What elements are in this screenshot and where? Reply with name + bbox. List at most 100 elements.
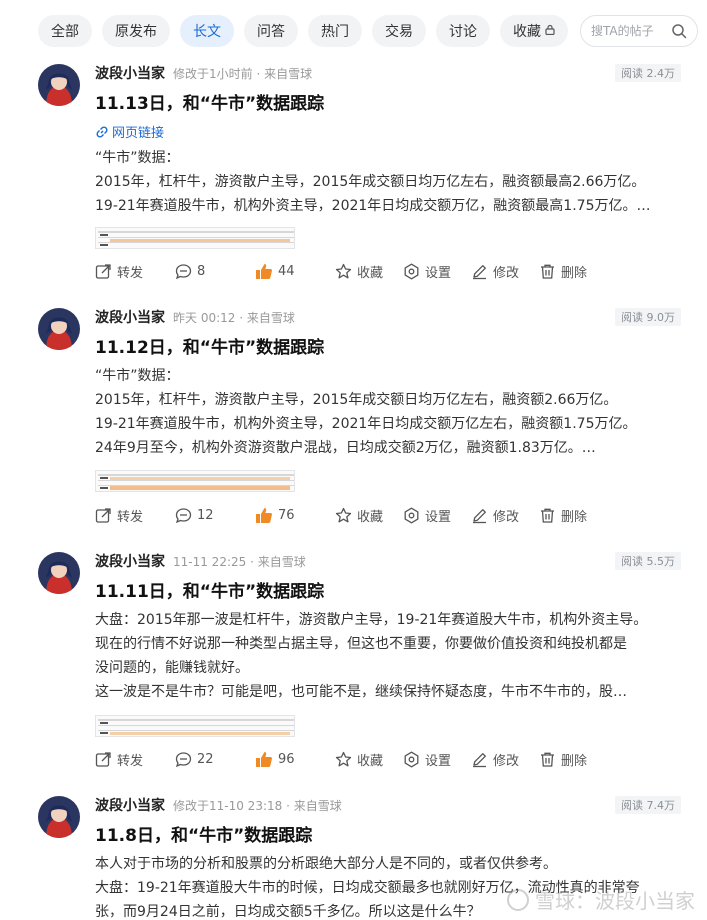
post-header: 波段小当家 修改于1小时前 · 来自雪球: [95, 64, 312, 82]
body-line: “牛市”数据：: [95, 368, 180, 384]
repost-button[interactable]: 转发: [95, 506, 175, 525]
favorite-label: 收藏: [357, 753, 384, 769]
search-input[interactable]: [591, 24, 665, 38]
edit-button[interactable]: 修改: [471, 262, 539, 281]
comment-button[interactable]: 12: [175, 507, 255, 524]
delete-button[interactable]: 删除: [539, 506, 587, 525]
body-line: “牛市”数据：: [95, 150, 180, 166]
post-body[interactable]: “牛市”数据： 2015年，杠杆牛，游资散户主导，2015年成交额日均万亿左右，…: [95, 146, 681, 218]
delete-label: 删除: [561, 509, 588, 525]
tab-all[interactable]: 全部: [38, 15, 92, 47]
thumbs-up-icon: [256, 751, 272, 767]
search-icon[interactable]: [671, 23, 687, 39]
comment-icon: [175, 751, 192, 767]
search-box: [580, 15, 698, 47]
tab-discuss[interactable]: 讨论: [436, 15, 490, 47]
like-button[interactable]: 76: [255, 507, 335, 524]
web-link[interactable]: 网页链接: [95, 122, 164, 141]
share-icon: [95, 751, 111, 767]
settings-button[interactable]: 设置: [403, 262, 471, 281]
author-name[interactable]: 波段小当家: [95, 795, 165, 815]
table-thumbnail[interactable]: [95, 470, 295, 492]
avatar[interactable]: [38, 552, 80, 594]
delete-button[interactable]: 删除: [539, 262, 587, 281]
body-line: 没问题的，能赚钱就好。: [95, 660, 249, 676]
settings-button[interactable]: 设置: [403, 506, 471, 525]
author-name[interactable]: 波段小当家: [95, 307, 165, 327]
comment-button[interactable]: 8: [175, 263, 255, 280]
post-title[interactable]: 11.8日，和“牛市”数据跟踪: [95, 821, 312, 846]
favorite-button[interactable]: 收藏: [335, 750, 403, 769]
delete-button[interactable]: 删除: [539, 750, 587, 769]
read-count-badge: 阅读 5.5万: [615, 552, 681, 570]
tab-long-article[interactable]: 长文: [180, 15, 234, 47]
tab-favorites-label: 收藏: [513, 24, 541, 40]
like-button[interactable]: 96: [255, 751, 335, 768]
table-thumbnail[interactable]: [95, 227, 295, 249]
settings-label: 设置: [425, 509, 452, 525]
edit-button[interactable]: 修改: [471, 506, 539, 525]
settings-label: 设置: [425, 753, 452, 769]
comment-count: 22: [197, 751, 214, 767]
star-icon: [335, 263, 352, 278]
watermark: 雪球：波段小当家: [507, 885, 695, 914]
web-link-label: 网页链接: [112, 126, 165, 141]
edit-button[interactable]: 修改: [471, 750, 539, 769]
post-title[interactable]: 11.12日，和“牛市”数据跟踪: [95, 333, 324, 358]
watermark-text: 雪球：波段小当家: [535, 889, 695, 913]
author-name[interactable]: 波段小当家: [95, 551, 165, 571]
thumbs-up-icon: [256, 507, 272, 523]
filter-tabs: 全部 原发布 长文 问答 热门 交易 讨论 收藏: [38, 14, 698, 48]
repost-button[interactable]: 转发: [95, 262, 175, 281]
edit-label: 修改: [493, 753, 520, 769]
repost-label: 转发: [117, 265, 144, 281]
body-line: 19-21年赛道股牛市，机构外资主导，2021年日均成交额万亿左右，融资额1.7…: [95, 416, 637, 432]
tab-hot[interactable]: 热门: [308, 15, 362, 47]
repost-button[interactable]: 转发: [95, 750, 175, 769]
edit-label: 修改: [493, 265, 520, 281]
comment-count: 12: [197, 507, 214, 523]
pencil-icon: [473, 508, 486, 523]
favorite-label: 收藏: [357, 265, 384, 281]
post-card: 波段小当家 修改于1小时前 · 来自雪球 阅读 2.4万 11.13日，和“牛市…: [38, 64, 681, 284]
post-meta: 修改于1小时前 · 来自雪球: [173, 66, 313, 81]
author-name[interactable]: 波段小当家: [95, 63, 165, 83]
tab-favorites[interactable]: 收藏: [500, 15, 568, 47]
post-title[interactable]: 11.11日，和“牛市”数据跟踪: [95, 577, 324, 602]
repost-label: 转发: [117, 753, 144, 769]
post-body[interactable]: “牛市”数据： 2015年，杠杆牛，游资散户主导，2015年成交额日均万亿左右，…: [95, 364, 681, 460]
avatar[interactable]: [38, 796, 80, 838]
post-header: 波段小当家 修改于11-10 23:18 · 来自雪球: [95, 796, 342, 814]
avatar[interactable]: [38, 308, 80, 350]
pencil-icon: [473, 264, 486, 279]
settings-button[interactable]: 设置: [403, 750, 471, 769]
post-header: 波段小当家 昨天 00:12 · 来自雪球: [95, 308, 295, 326]
avatar[interactable]: [38, 64, 80, 106]
gear-icon: [404, 263, 419, 279]
pencil-icon: [473, 752, 486, 767]
favorite-button[interactable]: 收藏: [335, 506, 403, 525]
like-button[interactable]: 44: [255, 263, 335, 280]
thumbs-up-icon: [256, 263, 272, 279]
post-meta: 11-11 22:25 · 来自雪球: [173, 554, 306, 569]
like-count: 44: [278, 263, 295, 279]
body-line: 2015年，杠杆牛，游资散户主导，2015年成交额日均万亿左右，融资额最高2.6…: [95, 174, 646, 190]
comment-icon: [175, 507, 192, 523]
share-icon: [95, 507, 111, 523]
post-card: 波段小当家 昨天 00:12 · 来自雪球 阅读 9.0万 11.12日，和“牛…: [38, 308, 681, 528]
post-title[interactable]: 11.13日，和“牛市”数据跟踪: [95, 89, 324, 114]
delete-label: 删除: [561, 753, 588, 769]
comment-button[interactable]: 22: [175, 751, 255, 768]
post-meta: 昨天 00:12 · 来自雪球: [173, 310, 295, 325]
post-body[interactable]: 大盘：2015年那一波是杠杆牛，游资散户主导，19-21年赛道股大牛市，机构外资…: [95, 608, 681, 704]
tab-trade[interactable]: 交易: [372, 15, 426, 47]
tab-original[interactable]: 原发布: [102, 15, 170, 47]
read-count-badge: 阅读 7.4万: [615, 796, 681, 814]
body-line: 19-21年赛道股牛市，机构外资主导，2021年日均成交额万亿，融资额最高1.7…: [95, 198, 651, 214]
snowball-logo-icon: [507, 888, 529, 911]
trash-icon: [541, 752, 554, 767]
table-thumbnail[interactable]: [95, 715, 295, 737]
favorite-button[interactable]: 收藏: [335, 262, 403, 281]
body-line: 本人对于市场的分析和股票的分析跟绝大部分人是不同的，或者仅供参考。: [95, 856, 557, 872]
tab-qa[interactable]: 问答: [244, 15, 298, 47]
